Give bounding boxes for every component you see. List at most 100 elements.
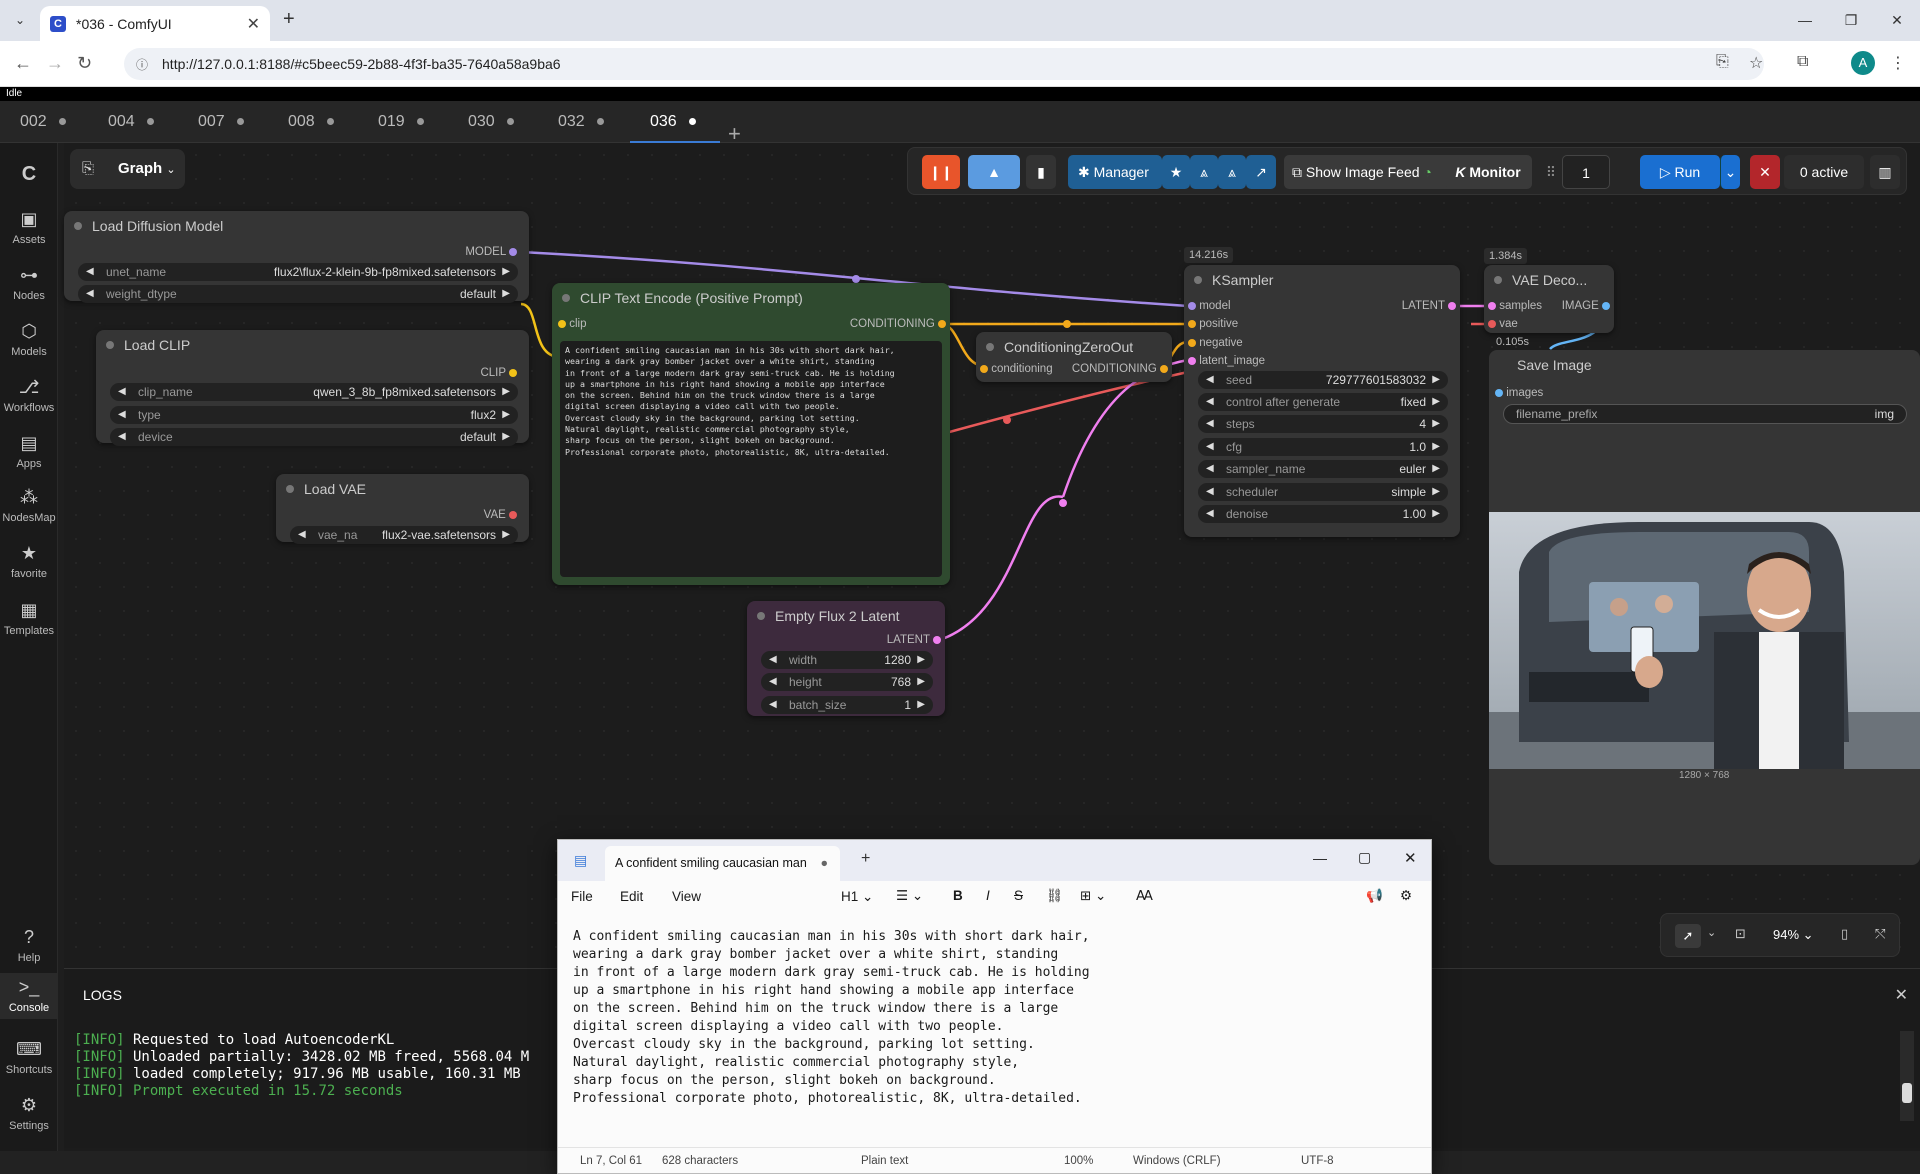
notepad-tab[interactable]: A confident smiling caucasian man ● [605,846,840,881]
menu-edit[interactable]: Edit [620,889,643,904]
input-clip[interactable]: clip [558,317,586,331]
widget-denoise[interactable]: denoise1.00 [1198,505,1448,523]
bookmark-star-icon[interactable]: ☆ [1749,53,1763,73]
output-latent[interactable]: LATENT [1402,299,1456,313]
output-image[interactable]: IMAGE [1562,299,1610,313]
generated-image[interactable] [1489,512,1920,769]
new-tab-icon[interactable]: + [861,850,870,868]
minimize-icon[interactable]: — [1313,850,1327,866]
node-load-clip[interactable]: Load CLIP CLIP clip_nameqwen_3_8b_fp8mix… [96,330,529,446]
widget-clip-name[interactable]: clip_nameqwen_3_8b_fp8mixed.safetensors [110,383,518,401]
input-conditioning[interactable]: conditioning [980,362,1053,376]
node-conditioning-zero-out[interactable]: ConditioningZeroOut conditioning CONDITI… [976,332,1172,382]
widget-unet-name[interactable]: unet_nameflux2\flux-2-klein-9b-fp8mixed.… [78,263,518,281]
scrollbar-thumb[interactable] [1902,1083,1912,1103]
widget-weight-dtype[interactable]: weight_dtypedefault [78,285,518,303]
menu-view[interactable]: View [672,889,701,904]
minimize-icon[interactable]: — [1782,0,1828,41]
maximize-icon[interactable]: ▢ [1358,849,1371,866]
widget-steps[interactable]: steps4 [1198,415,1448,433]
list-icon[interactable]: ☰ ⌄ [896,888,923,904]
chevron-down-icon[interactable]: ⌄ [1707,926,1716,939]
node-load-vae[interactable]: Load VAE VAE vae_naflux2-vae.safetensors [276,474,529,544]
notification-icon[interactable]: 📢 [1366,888,1383,904]
output-vae[interactable]: VAE [484,508,517,522]
link-icon[interactable]: ⛓ [1046,888,1063,904]
unsaved-dot-icon[interactable]: ● [820,846,828,881]
input-latent-image[interactable]: latent_image [1188,354,1265,368]
input-positive[interactable]: positive [1188,317,1238,331]
clear-format-icon[interactable]: Ꜳ [1136,888,1153,904]
widget-scheduler[interactable]: schedulersimple [1198,483,1448,501]
widget-device[interactable]: devicedefault [110,428,518,446]
extensions-icon[interactable]: ⧉ [1797,53,1808,71]
widget-sampler-name[interactable]: sampler_nameeuler [1198,460,1448,478]
output-model[interactable]: MODEL [465,245,517,259]
table-icon[interactable]: ⊞ ⌄ [1080,888,1106,904]
prompt-textarea[interactable]: A confident smiling caucasian man in his… [560,341,942,577]
char-count: 628 characters [662,1155,739,1167]
browser-tab[interactable]: C *036 - ComfyUI ✕ [40,6,270,41]
encoding-label[interactable]: UTF-8 [1301,1148,1334,1174]
node-title: KSampler [1184,265,1460,295]
widget-filename-prefix[interactable]: filename_prefix img [1503,404,1907,424]
close-icon[interactable]: ✕ [1404,849,1417,867]
widget-vae-name[interactable]: vae_naflux2-vae.safetensors [290,526,518,544]
restore-icon[interactable]: ❐ [1828,0,1874,41]
fit-view-icon[interactable]: ⊡ [1735,926,1746,942]
tab-search-icon[interactable]: ⌄ [10,10,30,30]
widget-width[interactable]: width1280 [761,651,933,669]
widget-batch-size[interactable]: batch_size1 [761,696,933,714]
input-negative[interactable]: negative [1188,336,1243,350]
browser-menu-icon[interactable]: ⋮ [1890,53,1906,73]
reload-icon[interactable]: ↻ [77,53,92,74]
node-clip-text-encode[interactable]: CLIP Text Encode (Positive Prompt) clip … [552,283,950,585]
address-bar[interactable]: ⓘ http://127.0.0.1:8188/#c5beec59-2b88-4… [124,48,1764,80]
bold-icon[interactable]: B [953,888,963,903]
node-load-diffusion-model[interactable]: Load Diffusion Model MODEL unet_nameflux… [64,211,529,303]
node-vae-decode[interactable]: VAE Deco... samples vae IMAGE [1484,265,1614,333]
eol-label[interactable]: Windows (CRLF) [1133,1148,1221,1174]
log-scrollbar[interactable] [1900,1031,1914,1121]
notepad-text-area[interactable]: A confident smiling caucasian man in his… [573,928,1090,1108]
zoom-level[interactable]: 94% ⌄ [1773,927,1814,943]
node-title: Load VAE [276,474,529,504]
close-window-icon[interactable]: ✕ [1874,0,1920,41]
widget-height[interactable]: height768 [761,673,933,691]
close-tab-icon[interactable]: ✕ [247,14,260,34]
settings-icon[interactable]: ⚙ [1400,888,1412,904]
select-mode-icon[interactable]: ➚ [1675,924,1701,948]
hide-links-icon[interactable]: ⤲ [1875,926,1885,942]
back-icon[interactable]: ← [14,53,32,74]
widget-type[interactable]: typeflux2 [110,406,518,424]
output-clip[interactable]: CLIP [480,366,517,380]
input-model[interactable]: model [1188,299,1231,313]
heading-dropdown[interactable]: H1 ⌄ [841,889,873,905]
input-images[interactable]: images [1495,386,1543,400]
minimap-icon[interactable]: ▯ [1841,926,1848,942]
browser-tab-strip: ⌄ C *036 - ComfyUI ✕ + — ❐ ✕ [0,0,1920,41]
canvas-controls: ➚ ⌄ ⊡ 94% ⌄ ▯ ⤲ [1660,913,1900,957]
menu-file[interactable]: File [571,889,593,904]
widget-cfg[interactable]: cfg1.0 [1198,438,1448,456]
close-icon[interactable]: ✕ [1895,985,1908,1005]
output-conditioning[interactable]: CONDITIONING [1072,362,1168,376]
zoom-label[interactable]: 100% [1064,1148,1093,1174]
install-app-icon[interactable]: ⎘ [1716,53,1729,71]
italic-icon[interactable]: I [986,888,990,903]
output-latent[interactable]: LATENT [887,633,941,647]
output-conditioning[interactable]: CONDITIONING [850,317,946,331]
input-vae[interactable]: vae [1488,317,1518,331]
input-samples[interactable]: samples [1488,299,1542,313]
widget-control-after-generate[interactable]: control after generatefixed [1198,393,1448,411]
image-size-label: 1280 × 768 [1679,770,1730,781]
node-ksampler[interactable]: KSampler model positive negative latent_… [1184,265,1460,537]
node-empty-flux2-latent[interactable]: Empty Flux 2 Latent LATENT width1280 hei… [747,601,945,716]
profile-avatar[interactable]: A [1851,51,1875,75]
format-label[interactable]: Plain text [861,1148,908,1174]
widget-seed[interactable]: seed729777601583032 [1198,371,1448,389]
forward-icon[interactable]: → [46,53,64,74]
strikethrough-icon[interactable]: S [1014,888,1023,903]
site-info-icon[interactable]: ⓘ [136,56,148,73]
new-tab-icon[interactable]: + [283,8,295,31]
